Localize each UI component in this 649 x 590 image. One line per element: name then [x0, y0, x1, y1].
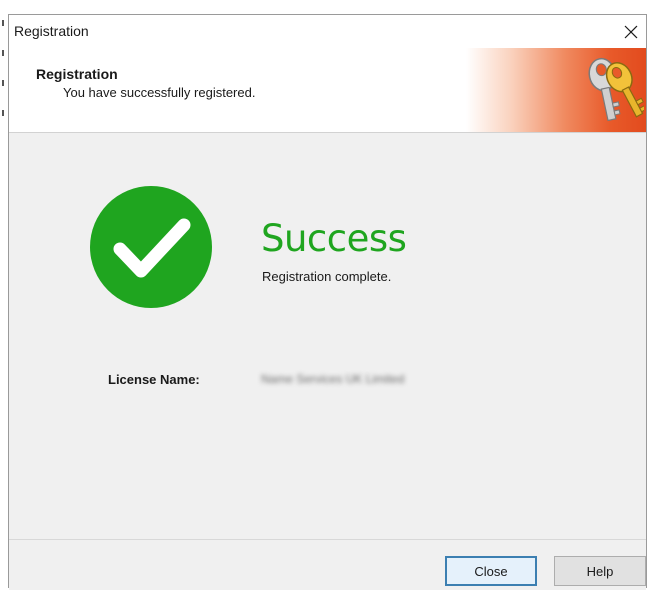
button-bar: Close Help	[9, 539, 646, 590]
help-button[interactable]: Help	[554, 556, 646, 586]
success-message: Registration complete.	[262, 269, 392, 284]
registration-dialog: Registration Registration You have succe…	[8, 14, 647, 590]
content-area: Success Registration complete. License N…	[9, 133, 646, 538]
title-bar: Registration	[9, 15, 646, 48]
header-title: Registration	[36, 66, 118, 82]
left-edge-marks	[0, 20, 6, 140]
window-title: Registration	[14, 23, 89, 39]
license-name-value: Name Services UK Limited	[261, 372, 405, 386]
header-subtitle: You have successfully registered.	[63, 85, 256, 100]
keys-icon	[588, 57, 644, 122]
close-button[interactable]: Close	[445, 556, 537, 586]
success-heading: Success	[261, 217, 407, 260]
close-icon	[624, 25, 638, 38]
license-name-label: License Name:	[108, 372, 200, 387]
header-banner: Registration You have successfully regis…	[9, 48, 646, 133]
close-window-button[interactable]	[616, 15, 646, 48]
checkmark-circle-icon	[90, 186, 212, 308]
